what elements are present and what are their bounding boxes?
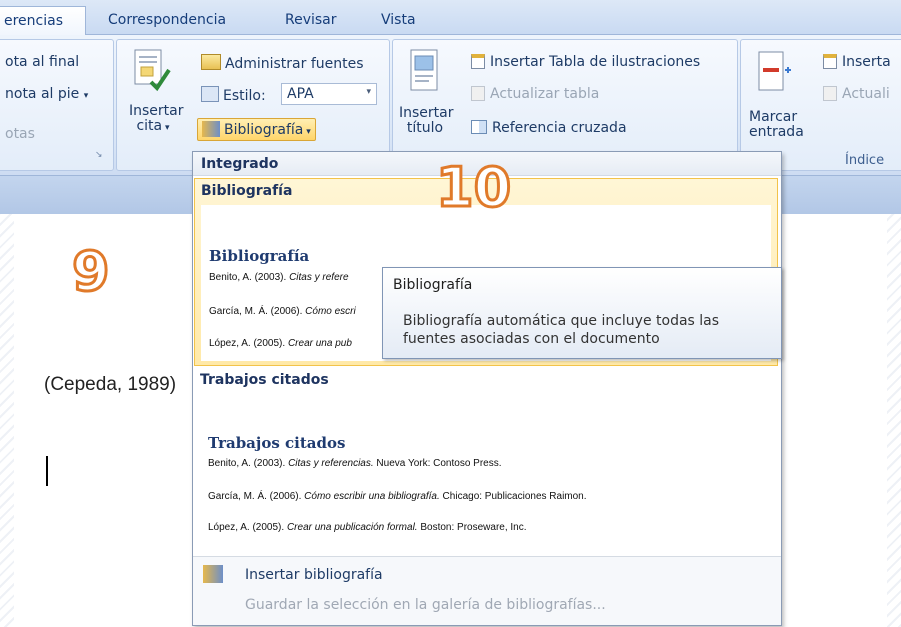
marcar-entrada-button[interactable]: Marcar entrada xyxy=(749,110,804,140)
table-of-figures-icon xyxy=(471,54,485,69)
insertar-cita-icon[interactable] xyxy=(129,46,175,104)
dropdown-footer: Insertar bibliografía Guardar la selecci… xyxy=(193,557,781,625)
chevron-down-icon: ▾ xyxy=(366,87,371,97)
chevron-down-icon: ▾ xyxy=(83,91,89,101)
estilo-row: Estilo: xyxy=(201,86,266,104)
actualizar-indice-button: Actuali xyxy=(823,86,890,102)
tooltip-line: fuentes asociadas con el documento xyxy=(403,331,660,347)
tab-vista[interactable]: Vista xyxy=(381,6,416,34)
preview-entry: López, A. (2005). Crear una pub xyxy=(209,338,352,349)
ribbon-tab-bar: erencias Correspondencia Revisar Vista xyxy=(0,0,901,35)
referencia-cruzada-button[interactable]: Referencia cruzada xyxy=(471,120,627,136)
update-table-icon xyxy=(471,86,485,101)
insertar-indice-label: Inserta xyxy=(842,54,891,70)
insertar-cita-button[interactable]: Insertar cita ▾ xyxy=(129,103,184,136)
preview-title: Trabajos citados xyxy=(208,434,346,452)
insertar-titulo-label-2: título xyxy=(406,120,444,136)
preview-entry: Benito, A. (2003). Citas y refere xyxy=(209,272,349,283)
actualizar-tabla-button: Actualizar tabla xyxy=(471,86,599,102)
tooltip-line: Bibliografía automática que incluye toda… xyxy=(403,313,720,329)
gallery-item-trabajos-citados[interactable]: Trabajos citados Trabajos citados Benito… xyxy=(194,370,778,560)
insertar-cita-label-2: cita ▾ xyxy=(136,118,170,134)
administrar-fuentes-label: Administrar fuentes xyxy=(225,56,364,72)
insertar-tabla-label: Insertar Tabla de ilustraciones xyxy=(490,54,701,70)
actualizar-indice-label: Actuali xyxy=(842,86,890,102)
bibliography-icon xyxy=(203,565,223,583)
update-index-icon xyxy=(823,86,837,101)
tooltip-body: Bibliografía automática que incluye toda… xyxy=(403,312,719,348)
tooltip-title: Bibliografía xyxy=(393,277,473,293)
nota-label: nota al pie xyxy=(5,86,80,102)
group-notas: ota al final nota al pie ▾ otas ↘ xyxy=(0,39,114,171)
bibliografia-dropdown: Integrado Bibliografía Bibliografía Beni… xyxy=(192,151,782,626)
chevron-down-icon: ▾ xyxy=(303,127,311,137)
estilo-value: APA xyxy=(287,86,314,102)
insertar-nota-final[interactable]: ota al final xyxy=(5,54,79,70)
citation-text[interactable]: (Cepeda, 1989) xyxy=(44,374,176,396)
preview-entry: Benito, A. (2003). Citas y referencias. … xyxy=(208,458,502,469)
insert-index-icon xyxy=(823,54,837,69)
bibliografia-button[interactable]: Bibliografía ▾ xyxy=(197,118,316,141)
cross-reference-icon xyxy=(471,120,487,134)
chevron-down-icon: ▾ xyxy=(162,123,170,133)
preview-entry: García, M. Á. (2006). Cómo escri xyxy=(209,306,356,317)
text-cursor xyxy=(46,456,48,486)
guardar-seleccion-item: Guardar la selección en la galería de bi… xyxy=(245,597,606,613)
marcar-label-2: entrada xyxy=(749,124,804,140)
preview-title: Bibliografía xyxy=(209,247,310,265)
preview-entry: García, M. Á. (2006). Cómo escribir una … xyxy=(208,491,587,502)
bibliografia-tooltip: Bibliografía Bibliografía automática que… xyxy=(382,267,782,359)
tab-revisar[interactable]: Revisar xyxy=(285,6,337,34)
siguiente-nota-al-pie[interactable]: nota al pie ▾ xyxy=(5,86,88,102)
insertar-bibliografia-item[interactable]: Insertar bibliografía xyxy=(193,561,781,589)
mostrar-notas: otas xyxy=(5,126,35,142)
marcar-label-1: Marcar xyxy=(749,109,798,125)
annotation-number-9: 9 xyxy=(71,239,112,305)
insertar-tabla-ilustraciones-button[interactable]: Insertar Tabla de ilustraciones xyxy=(471,54,700,70)
insertar-indice-button[interactable]: Inserta xyxy=(823,54,891,70)
marcar-entrada-icon[interactable] xyxy=(757,50,791,94)
bibliografia-label: Bibliografía xyxy=(224,122,304,138)
style-icon xyxy=(201,86,219,102)
administrar-fuentes-button[interactable]: Administrar fuentes xyxy=(201,54,364,72)
insertar-titulo-label-1: Insertar xyxy=(399,105,454,121)
insertar-titulo-icon[interactable] xyxy=(407,48,441,96)
bibliography-icon xyxy=(202,121,220,137)
tab-referencias[interactable]: erencias xyxy=(0,6,86,35)
preview-entry: López, A. (2005). Crear una publicación … xyxy=(208,522,527,533)
insertar-titulo-button[interactable]: Insertar título xyxy=(399,105,454,136)
estilo-label: Estilo: xyxy=(223,88,266,104)
annotation-number-10: 10 xyxy=(434,155,512,221)
trabajos-preview: Trabajos citados Benito, A. (2003). Cita… xyxy=(200,400,770,552)
actualizar-tabla-label: Actualizar tabla xyxy=(490,86,600,102)
item-trabajos-label: Trabajos citados xyxy=(200,372,329,388)
manage-sources-icon xyxy=(201,54,221,70)
item-bibliografia-label: Bibliografía xyxy=(201,183,293,199)
insertar-cita-label-1: Insertar xyxy=(129,103,184,119)
tab-correspondencia[interactable]: Correspondencia xyxy=(108,6,226,34)
referencia-cruzada-label: Referencia cruzada xyxy=(492,120,627,136)
insertar-bibliografia-label: Insertar bibliografía xyxy=(245,567,383,583)
estilo-select[interactable]: APA ▾ xyxy=(281,83,377,105)
